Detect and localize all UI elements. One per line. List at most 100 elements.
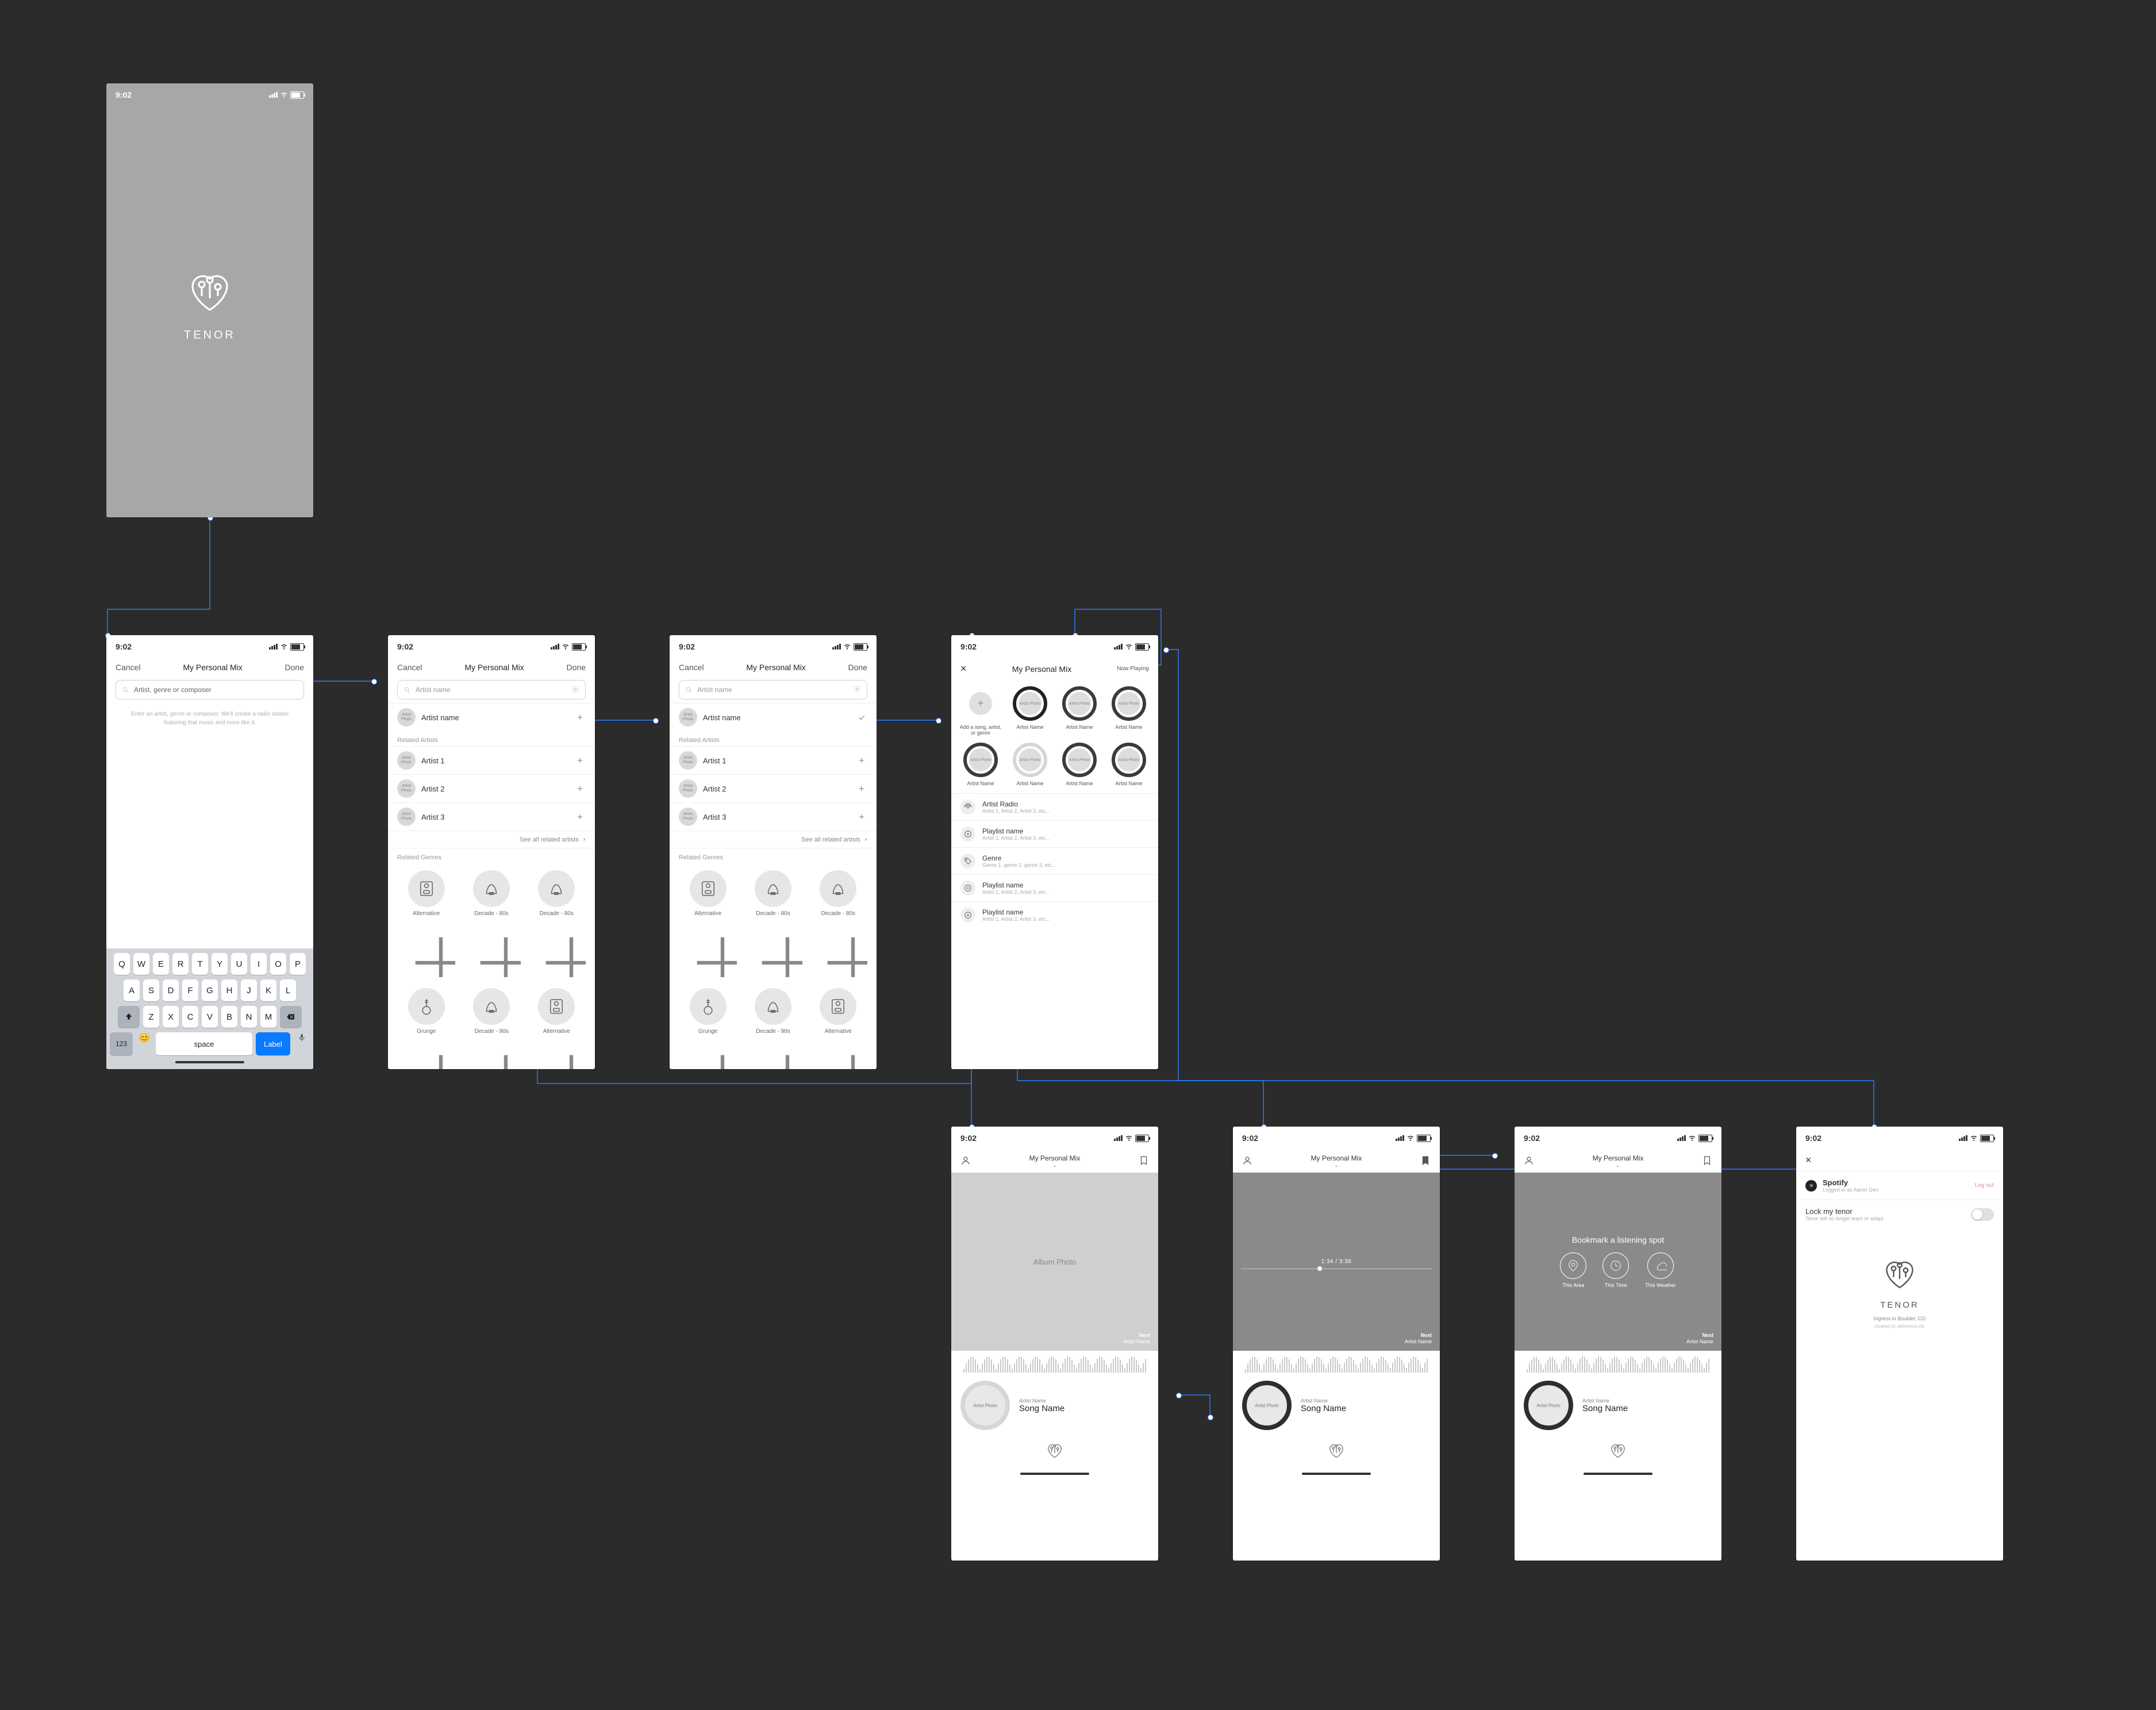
- mic-key[interactable]: [294, 1032, 310, 1055]
- plus-icon[interactable]: [574, 783, 586, 794]
- search-result-row[interactable]: Artist Photo Artist name: [388, 703, 595, 731]
- related-artist-row[interactable]: Artist Photo Artist 3: [388, 802, 595, 831]
- bookmark-option[interactable]: This Time: [1602, 1252, 1629, 1288]
- playlist-row[interactable]: Playlist name Artist 1, Artist 2, Artist…: [951, 901, 1158, 928]
- cancel-button[interactable]: Cancel: [116, 663, 141, 672]
- plus-icon[interactable]: [856, 811, 867, 823]
- profile-icon[interactable]: [1524, 1155, 1534, 1167]
- close-button[interactable]: ×: [1805, 1154, 1812, 1166]
- lock-row[interactable]: Lock my tenor Tenor will no longer learn…: [1796, 1200, 2003, 1228]
- genre-tile[interactable]: Grunge: [679, 988, 737, 1069]
- done-button[interactable]: Done: [848, 663, 867, 672]
- key-E[interactable]: E: [153, 953, 169, 975]
- genre-tile[interactable]: Decade - 80s: [744, 870, 802, 979]
- spotify-row[interactable]: Spotify Logged in as Aaron Geo Log out: [1796, 1171, 2003, 1200]
- player-title[interactable]: My Personal Mix: [1593, 1154, 1644, 1162]
- screen-related-add[interactable]: 9:02 Cancel My Personal Mix Done Artist …: [388, 635, 595, 1069]
- gear-icon[interactable]: [853, 685, 861, 695]
- screen-search-initial[interactable]: 9:02 Cancel My Personal Mix Done Artist,…: [106, 635, 313, 1069]
- player-title[interactable]: My Personal Mix: [1311, 1154, 1362, 1162]
- add-bubble[interactable]: + Add a song, artist, or genre: [959, 686, 1002, 736]
- cancel-button[interactable]: Cancel: [679, 663, 704, 672]
- screen-related-checked[interactable]: 9:02 Cancel My Personal Mix Done Artist …: [670, 635, 877, 1069]
- key-P[interactable]: P: [290, 953, 306, 975]
- waveform[interactable]: [951, 1351, 1158, 1373]
- key-A[interactable]: A: [124, 979, 140, 1001]
- key-U[interactable]: U: [231, 953, 247, 975]
- related-artist-row[interactable]: Artist Photo Artist 2: [670, 774, 877, 802]
- artist-bubble[interactable]: Artist Photo Artist Name: [1108, 743, 1150, 786]
- see-all-artists-link[interactable]: See all related artists ⌄: [388, 831, 595, 848]
- artist-disc[interactable]: Artist Photo: [960, 1381, 1010, 1430]
- genre-tile[interactable]: Alternative: [528, 988, 586, 1069]
- screen-mix-overview[interactable]: 9:02 × My Personal Mix Now Playing + Add…: [951, 635, 1158, 1069]
- footer-logo[interactable]: [951, 1432, 1158, 1467]
- cancel-button[interactable]: Cancel: [397, 663, 422, 672]
- key-J[interactable]: J: [241, 979, 257, 1001]
- key-O[interactable]: O: [270, 953, 286, 975]
- bookmark-option[interactable]: This Weather: [1645, 1252, 1675, 1288]
- numbers-key[interactable]: 123: [110, 1032, 133, 1055]
- genre-tile[interactable]: Decade - 80s: [528, 870, 586, 979]
- profile-icon[interactable]: [960, 1155, 971, 1167]
- lock-toggle[interactable]: [1971, 1208, 1994, 1221]
- key-N[interactable]: N: [241, 1006, 257, 1028]
- artist-bubble[interactable]: Artist Photo Artist Name: [1058, 743, 1101, 786]
- album-cover[interactable]: Album Photo NextArtist Name: [951, 1173, 1158, 1351]
- search-input[interactable]: Artist, genre or composer: [116, 680, 304, 700]
- artist-disc[interactable]: Artist Photo: [1242, 1381, 1292, 1430]
- search-input[interactable]: Artist name: [679, 680, 867, 700]
- screen-player[interactable]: 9:02 My Personal Mix⌄ Album Photo NextAr…: [951, 1127, 1158, 1561]
- screen-player-bookmark[interactable]: 9:02 My Personal Mix⌄ Bookmark a listeni…: [1515, 1127, 1721, 1561]
- player-title[interactable]: My Personal Mix: [1029, 1154, 1081, 1162]
- genre-tile[interactable]: Alternative: [397, 870, 455, 979]
- label-key[interactable]: Label: [256, 1032, 290, 1055]
- key-Y[interactable]: Y: [212, 953, 228, 975]
- artist-bubble[interactable]: Artist Photo Artist Name: [1108, 686, 1150, 736]
- key-F[interactable]: F: [182, 979, 198, 1001]
- key-B[interactable]: B: [221, 1006, 237, 1028]
- key-M[interactable]: M: [260, 1006, 276, 1028]
- bookmark-icon[interactable]: [1420, 1155, 1431, 1167]
- related-artist-row[interactable]: Artist Photo Artist 1: [670, 746, 877, 774]
- footer-logo[interactable]: [1515, 1432, 1721, 1467]
- shift-key[interactable]: [118, 1006, 140, 1028]
- artist-bubble[interactable]: Artist Photo Artist Name: [1058, 686, 1101, 736]
- key-Z[interactable]: Z: [143, 1006, 159, 1028]
- key-G[interactable]: G: [202, 979, 218, 1001]
- bookmark-option[interactable]: This Area: [1560, 1252, 1586, 1288]
- playlist-row[interactable]: Artist Radio Artist 1, Artist 2, Artist …: [951, 793, 1158, 820]
- key-D[interactable]: D: [163, 979, 179, 1001]
- search-input[interactable]: Artist name: [397, 680, 586, 700]
- key-T[interactable]: T: [192, 953, 208, 975]
- genre-tile[interactable]: Alternative: [809, 988, 867, 1069]
- key-X[interactable]: X: [163, 1006, 179, 1028]
- related-artist-row[interactable]: Artist Photo Artist 3: [670, 802, 877, 831]
- logout-button[interactable]: Log out: [1975, 1182, 1994, 1189]
- artist-bubble[interactable]: Artist Photo Artist Name: [1009, 686, 1051, 736]
- key-Q[interactable]: Q: [114, 953, 130, 975]
- search-result-row[interactable]: Artist Photo Artist name: [670, 703, 877, 731]
- now-playing-link[interactable]: Now Playing: [1117, 666, 1149, 672]
- album-cover[interactable]: 1:34 / 3:36 NextArtist Name: [1233, 1173, 1440, 1351]
- plus-icon[interactable]: [856, 783, 867, 794]
- keyboard[interactable]: QWERTYUIOP ASDFGHJKL ZXCVBNM 123 😊 space…: [106, 948, 313, 1069]
- key-R[interactable]: R: [172, 953, 189, 975]
- artist-bubble[interactable]: Artist Photo Artist Name: [959, 743, 1002, 786]
- done-button[interactable]: Done: [567, 663, 586, 672]
- key-L[interactable]: L: [280, 979, 296, 1001]
- related-artist-row[interactable]: Artist Photo Artist 1: [388, 746, 595, 774]
- screen-splash[interactable]: 9:02 TENOR: [106, 83, 313, 517]
- waveform[interactable]: [1515, 1351, 1721, 1373]
- plus-icon[interactable]: [856, 755, 867, 766]
- related-artist-row[interactable]: Artist Photo Artist 2: [388, 774, 595, 802]
- plus-icon[interactable]: [574, 712, 586, 723]
- key-W[interactable]: W: [133, 953, 149, 975]
- album-cover[interactable]: Bookmark a listening spot This Area This…: [1515, 1173, 1721, 1351]
- flow-canvas[interactable]: 9:02 TENOR 9:02 Cancel My Personal Mix D…: [0, 0, 2156, 1710]
- backspace-key[interactable]: [280, 1006, 302, 1028]
- screen-settings[interactable]: 9:02 × Spotify Logged in as Aaron Geo Lo…: [1796, 1127, 2003, 1561]
- key-K[interactable]: K: [260, 979, 276, 1001]
- artist-bubble[interactable]: Artist Photo Artist Name: [1009, 743, 1051, 786]
- close-button[interactable]: ×: [960, 663, 967, 675]
